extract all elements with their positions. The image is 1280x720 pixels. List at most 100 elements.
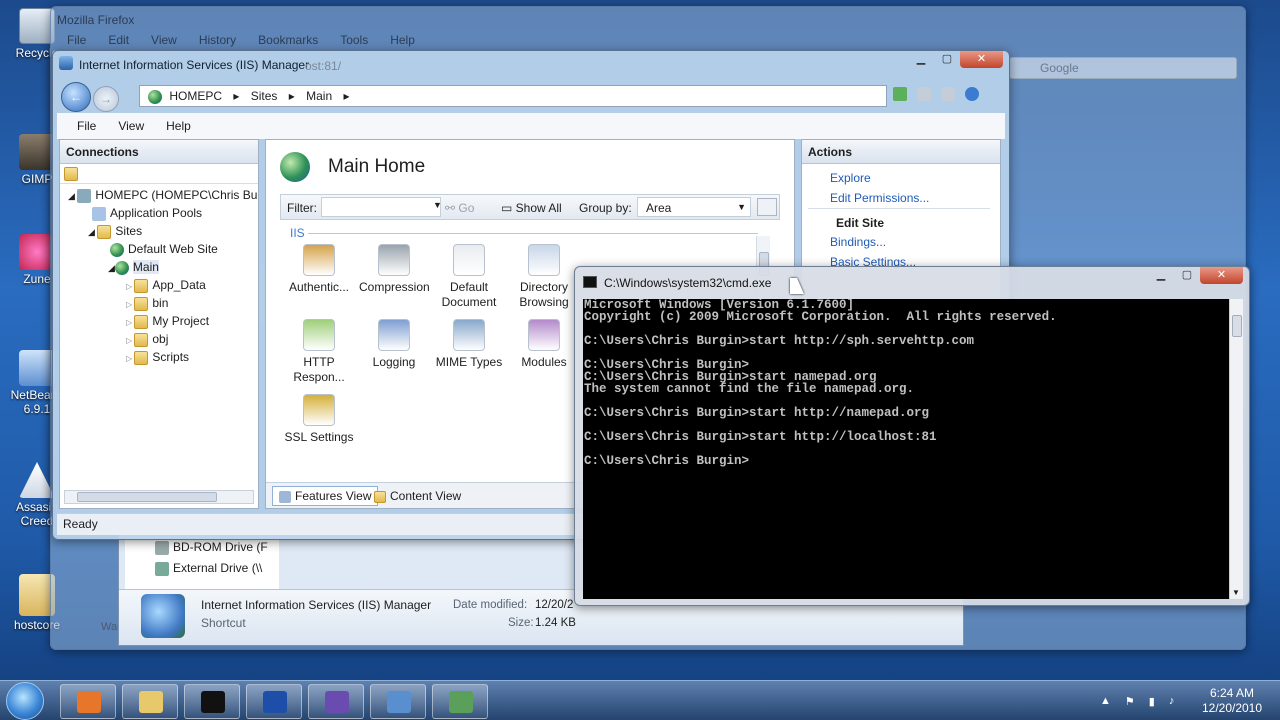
- breadcrumb-homepc[interactable]: HOMEPC: [169, 89, 222, 103]
- forward-button[interactable]: →: [93, 86, 119, 112]
- tree-label: Main: [132, 260, 159, 274]
- go-button[interactable]: ⚯ Go: [445, 201, 474, 215]
- feature-default-document[interactable]: Default Document: [434, 244, 504, 310]
- firefox-menu-help[interactable]: Help: [390, 33, 415, 47]
- modules-icon: [528, 319, 560, 351]
- taskbar-iis-manager-button[interactable]: [432, 684, 488, 719]
- taskbar-remote-desktop-button[interactable]: [370, 684, 426, 719]
- filter-dropdown-icon[interactable]: ▼: [433, 200, 442, 210]
- firefox-menu-view[interactable]: View: [151, 33, 177, 47]
- details-size-label: Size:: [508, 617, 534, 629]
- view-mode-button[interactable]: [757, 198, 777, 216]
- feature-ssl-lock[interactable]: SSL Settings: [284, 394, 354, 445]
- taskbar-firefox-button[interactable]: [60, 684, 116, 719]
- firefox-menu-tools[interactable]: Tools: [340, 33, 368, 47]
- back-button[interactable]: ←: [61, 82, 91, 112]
- http-response-icon: [303, 319, 335, 351]
- taskbar-visual-studio-button[interactable]: [308, 684, 364, 719]
- explorer-drive-bd-rom[interactable]: BD-ROM Drive (F: [155, 537, 279, 558]
- tree-label: Application Pools: [110, 206, 203, 220]
- explorer-drive-external[interactable]: External Drive (\\: [155, 558, 279, 579]
- connections-hscrollbar[interactable]: [64, 490, 254, 504]
- tree-node-scripts[interactable]: ▷ Scripts: [64, 348, 258, 366]
- minimize-button[interactable]: ▁: [1148, 267, 1174, 284]
- feature-http-response[interactable]: HTTP Respon...: [284, 319, 354, 385]
- tree-node-bin[interactable]: ▷ bin: [64, 294, 258, 312]
- tree-label: obj: [152, 332, 169, 346]
- clock[interactable]: 6:24 AM 12/20/2010: [1192, 686, 1272, 716]
- menu-help[interactable]: Help: [166, 119, 191, 133]
- address-bar[interactable]: HOMEPC ▸ Sites ▸ Main ▸: [139, 85, 887, 107]
- tree-node-app-pools[interactable]: Application Pools: [64, 204, 258, 222]
- new-connection-icon[interactable]: [64, 166, 78, 181]
- show-all-label: Show All: [515, 201, 562, 215]
- system-tray: ▲ ⚑ ▮ ♪: [1100, 695, 1174, 708]
- taskbar-netbeans-task-button[interactable]: [246, 684, 302, 719]
- cmd-window[interactable]: C:\Windows\system32\cmd.exe ▁ ▢ ✕ Microsof…: [574, 266, 1250, 606]
- breadcrumb-main[interactable]: Main: [306, 89, 332, 103]
- tree-node-obj[interactable]: ▷ obj: [64, 330, 258, 348]
- tree-node-sites[interactable]: ◢ Sites: [64, 222, 258, 240]
- features-view-tab[interactable]: Features View: [272, 486, 379, 506]
- tree-node-app-data[interactable]: ▷ App_Data: [64, 276, 258, 294]
- clock-time: 6:24 AM: [1209, 686, 1255, 700]
- feature-label: Logging: [372, 355, 416, 369]
- refresh-icon[interactable]: [893, 87, 907, 101]
- tree-node-my-project[interactable]: ▷ My Project: [64, 312, 258, 330]
- maximize-button[interactable]: ▢: [1174, 267, 1200, 284]
- logging-icon: [378, 319, 410, 351]
- cmd-console[interactable]: Microsoft Windows [Version 6.1.7600] Copy…: [583, 299, 1229, 599]
- scroll-down-icon[interactable]: ▼: [1232, 588, 1240, 597]
- home-icon[interactable]: [941, 87, 955, 101]
- filter-bar: Filter: ▼ ⚯ Go ▭ Show All Group by: Area…: [280, 194, 780, 220]
- feature-compression[interactable]: Compression: [359, 244, 430, 295]
- close-button[interactable]: ✕: [1200, 267, 1243, 284]
- directory-browsing-icon: [528, 244, 560, 276]
- action-bindings-label: Bindings...: [830, 235, 887, 249]
- tree-node-default-web-site[interactable]: Default Web Site: [64, 240, 258, 258]
- feature-modules[interactable]: Modules: [509, 319, 579, 370]
- scrollbar-thumb[interactable]: [1232, 315, 1242, 337]
- action-edit-permissions[interactable]: Edit Permissions...: [802, 188, 1000, 208]
- ssl-lock-icon: [303, 394, 335, 426]
- feature-mime-types[interactable]: MIME Types: [434, 319, 504, 370]
- menu-file[interactable]: File: [77, 119, 96, 133]
- show-hidden-icons-icon[interactable]: ▲: [1100, 695, 1111, 708]
- menu-view[interactable]: View: [118, 119, 144, 133]
- firefox-menu-history[interactable]: History: [199, 33, 236, 47]
- feature-directory-browsing[interactable]: Directory Browsing: [509, 244, 579, 310]
- action-bindings[interactable]: Bindings...: [802, 232, 1000, 252]
- scrollbar-thumb[interactable]: [77, 492, 217, 502]
- action-explore[interactable]: Explore: [802, 168, 1000, 188]
- feature-label: Compression: [359, 280, 430, 294]
- power-icon[interactable]: ▮: [1149, 695, 1155, 708]
- maximize-button[interactable]: ▢: [934, 51, 960, 68]
- stop-icon[interactable]: [917, 87, 931, 101]
- firefox-menu-edit[interactable]: Edit: [108, 33, 129, 47]
- taskbar-windows-explorer-button[interactable]: [122, 684, 178, 719]
- action-center-icon[interactable]: ⚑: [1125, 695, 1135, 708]
- show-all-button[interactable]: ▭ Show All: [501, 201, 562, 215]
- firefox-menu-bookmarks[interactable]: Bookmarks: [258, 33, 318, 47]
- feature-authentication[interactable]: Authentic...: [284, 244, 354, 295]
- filter-input[interactable]: [321, 197, 441, 217]
- firefox-search-input[interactable]: Google: [1009, 57, 1237, 79]
- volume-icon[interactable]: ♪: [1169, 695, 1175, 708]
- help-icon[interactable]: [965, 87, 979, 101]
- group-by-select[interactable]: Area ▼: [637, 197, 751, 217]
- minimize-button[interactable]: ▁: [908, 51, 934, 68]
- tree-node-server[interactable]: ◢ HOMEPC (HOMEPC\Chris Bu: [64, 186, 258, 204]
- start-button[interactable]: [6, 682, 44, 720]
- close-button[interactable]: ✕: [960, 51, 1003, 68]
- cmd-vscrollbar[interactable]: ▼: [1229, 299, 1243, 599]
- content-view-tab[interactable]: Content View: [374, 489, 461, 503]
- globe-icon: [148, 89, 162, 104]
- cmd-icon: [201, 691, 225, 713]
- explorer-nav-pane: BD-ROM Drive (F External Drive (\\: [125, 533, 279, 589]
- breadcrumb-sites[interactable]: Sites: [251, 89, 278, 103]
- tree-node-main[interactable]: ◢ Main: [64, 258, 258, 276]
- taskbar-cmd-button[interactable]: [184, 684, 240, 719]
- firefox-menu-file[interactable]: File: [67, 33, 86, 47]
- feature-logging[interactable]: Logging: [359, 319, 429, 370]
- group-by-value: Area: [646, 201, 672, 215]
